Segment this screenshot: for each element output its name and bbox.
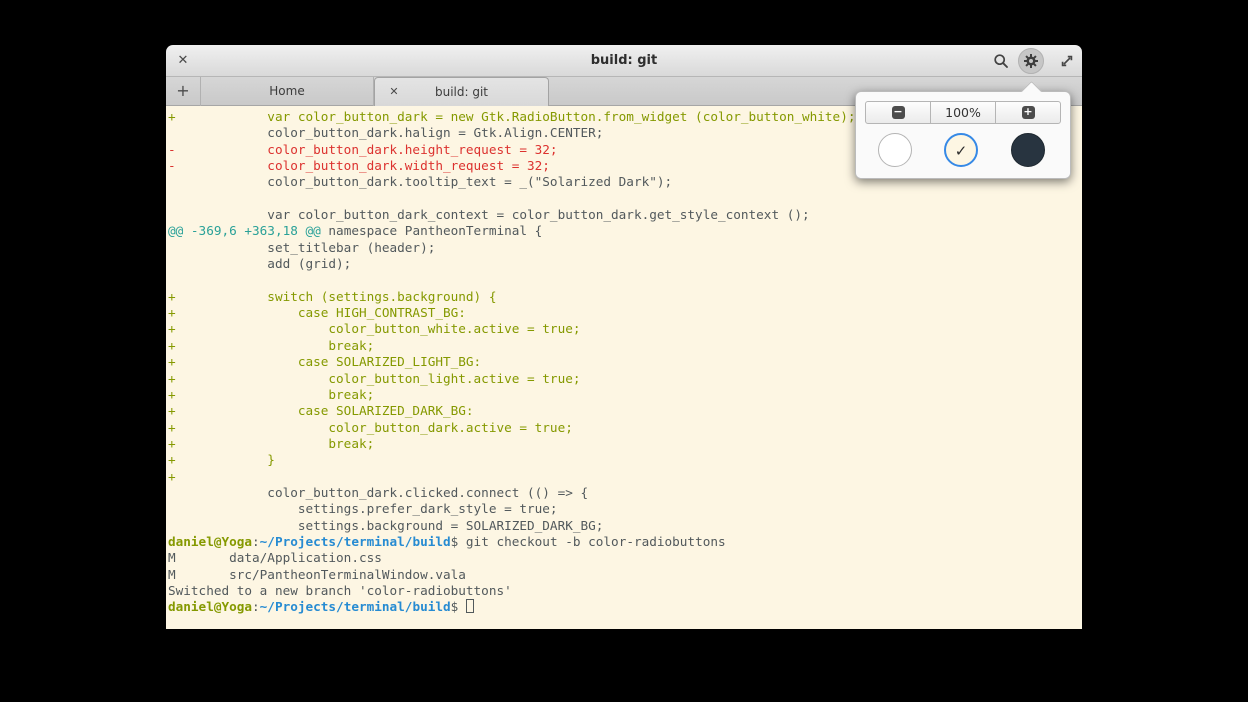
theme-selector-row: ✓ (856, 133, 1070, 167)
settings-popover: − 100% + ✓ (855, 91, 1071, 179)
terminal-line: color_button_dark.clicked.connect (() =>… (168, 485, 1082, 501)
terminal-line: + (168, 469, 1082, 485)
terminal-line: + break; (168, 387, 1082, 403)
terminal-line: set_titlebar (header); (168, 240, 1082, 256)
theme-button-high-contrast-light[interactable] (878, 133, 912, 167)
tab-build-git[interactable]: ✕ build: git (374, 77, 549, 106)
terminal-line: M data/Application.css (168, 550, 1082, 566)
terminal-line: var color_button_dark_context = color_bu… (168, 207, 1082, 223)
terminal-line: + color_button_white.active = true; (168, 321, 1082, 337)
new-tab-button[interactable]: + (166, 77, 201, 106)
tab-close-icon[interactable]: ✕ (385, 78, 403, 106)
terminal-output[interactable]: + var color_button_dark = new Gtk.RadioB… (166, 106, 1082, 629)
fullscreen-icon[interactable] (1059, 53, 1075, 69)
theme-button-solarized-light[interactable]: ✓ (944, 133, 978, 167)
check-icon: ✓ (946, 135, 976, 167)
terminal-line: + switch (settings.background) { (168, 289, 1082, 305)
terminal-line: daniel@Yoga:~/Projects/terminal/build$ g… (168, 534, 1082, 550)
terminal-line: + case SOLARIZED_LIGHT_BG: (168, 354, 1082, 370)
terminal-line: + break; (168, 338, 1082, 354)
tab-home[interactable]: Home (201, 77, 374, 106)
terminal-line: + case SOLARIZED_DARK_BG: (168, 403, 1082, 419)
zoom-control-group: − 100% + (865, 101, 1061, 124)
settings-button-pressed[interactable] (1018, 48, 1044, 74)
terminal-line: @@ -369,6 +363,18 @@ namespace PantheonT… (168, 223, 1082, 239)
terminal-cursor (466, 599, 474, 613)
zoom-in-button[interactable]: + (996, 102, 1060, 123)
zoom-out-icon: − (892, 106, 905, 119)
titlebar: ✕ build: git (166, 45, 1082, 77)
terminal-line: + break; (168, 436, 1082, 452)
terminal-line: M src/PantheonTerminalWindow.vala (168, 567, 1082, 583)
theme-button-solarized-dark[interactable] (1011, 133, 1045, 167)
terminal-line: settings.background = SOLARIZED_DARK_BG; (168, 518, 1082, 534)
terminal-line: add (grid); (168, 256, 1082, 272)
terminal-line: settings.prefer_dark_style = true; (168, 501, 1082, 517)
terminal-window: ✕ build: git (166, 45, 1082, 629)
search-icon[interactable] (993, 53, 1009, 69)
terminal-line: + case HIGH_CONTRAST_BG: (168, 305, 1082, 321)
terminal-line: + } (168, 452, 1082, 468)
tab-label: build: git (435, 85, 488, 99)
zoom-level-button[interactable]: 100% (930, 102, 996, 123)
window-title: build: git (166, 45, 1082, 77)
terminal-line: daniel@Yoga:~/Projects/terminal/build$ (168, 599, 1082, 615)
terminal-line: + color_button_light.active = true; (168, 371, 1082, 387)
gear-icon (1023, 53, 1039, 69)
zoom-out-button[interactable]: − (866, 102, 930, 123)
terminal-line: Switched to a new branch 'color-radiobut… (168, 583, 1082, 599)
terminal-line: + color_button_dark.active = true; (168, 420, 1082, 436)
zoom-in-icon: + (1022, 106, 1035, 119)
terminal-line (168, 272, 1082, 288)
terminal-line (168, 191, 1082, 207)
